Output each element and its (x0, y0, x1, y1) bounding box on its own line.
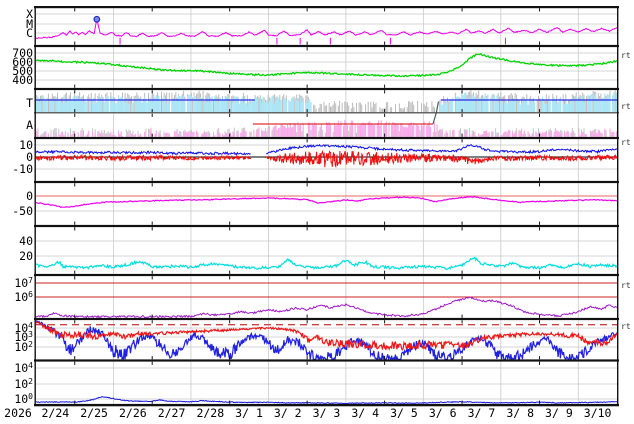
data-trace (36, 297, 617, 318)
date-label: 2/28 (196, 406, 224, 420)
axis-tick-label: 20 (19, 249, 33, 263)
panel-border (34, 45, 619, 47)
panel-electron-flux-low (36, 362, 617, 404)
panel-border-thin (34, 112, 619, 113)
date-label: 3/ 9 (545, 406, 573, 420)
year-label: 2026 (4, 406, 32, 420)
axis-tick-label: 0 (26, 189, 33, 203)
panel-proton-flux-high (36, 276, 617, 318)
plot-right-border (617, 6, 618, 406)
date-label: 3/ 8 (506, 406, 534, 420)
solar-activity-multipanel-plot: XMC700600500400TA100-100-504020107106104… (0, 0, 634, 424)
rt-label: rt (621, 281, 631, 290)
axis-tick-label: T (26, 96, 33, 110)
date-label: 3/ 3 (313, 406, 341, 420)
data-trace (36, 397, 617, 404)
axis-tick-label: 107 (14, 276, 33, 290)
plot-left-border (35, 6, 36, 406)
date-label: 3/10 (584, 406, 612, 420)
panel-border (34, 6, 619, 8)
date-label: 3/ 7 (468, 406, 496, 420)
data-trace (36, 257, 617, 269)
flare-peak-marker (94, 16, 100, 22)
axis-tick-label: 102 (14, 377, 33, 391)
data-trace (36, 197, 617, 208)
date-label: 2/27 (158, 406, 186, 420)
axis-tick-label: 106 (14, 290, 33, 304)
panel-border (34, 359, 619, 361)
data-trace (36, 21, 617, 39)
date-label: 3/ 5 (390, 406, 418, 420)
date-axis: 2026 2/24 2/25 2/26 2/27 2/28 3/ 1 3/ 2 3/ 3 3/ 4… (4, 406, 611, 420)
date-label: 2/25 (80, 406, 108, 420)
date-label: 3/ 4 (351, 406, 379, 420)
axis-tick-label: 40 (19, 234, 33, 248)
axis-tick-label: 104 (14, 361, 33, 375)
panel-xray-flux (36, 8, 617, 45)
axis-tick-label: -50 (12, 204, 33, 218)
rt-label: rt (621, 138, 631, 147)
axis-tick-label: -10 (12, 162, 33, 176)
panel-border (34, 318, 619, 320)
axis-tick-label: 102 (14, 340, 33, 354)
panel-wind-speed (36, 47, 617, 88)
panel-temperature (36, 90, 617, 112)
panel-border (34, 181, 619, 183)
rt-label: rt (621, 102, 631, 111)
right-side-labels: rt rt rt rt rt (621, 51, 631, 331)
scatter-bars (38, 126, 611, 137)
axis-tick-label: A (26, 118, 33, 132)
panel-phi-angle (36, 183, 617, 225)
left-axis-labels: XMC700600500400TA100-100-504020107106104… (12, 7, 33, 406)
date-label: 3/ 6 (429, 406, 457, 420)
rt-label: rt (621, 51, 631, 60)
panel-border (34, 137, 619, 139)
panel-border (34, 225, 619, 227)
axis-tick-label: 400 (12, 73, 33, 87)
date-label: 2/26 (119, 406, 147, 420)
panel-border (34, 274, 619, 276)
panel-density (36, 227, 617, 274)
date-label: 3/ 2 (274, 406, 302, 420)
rt-label: rt (621, 322, 631, 331)
data-trace (36, 54, 617, 77)
axis-tick-label: 100 (14, 392, 33, 406)
date-label: 2/24 (42, 406, 70, 420)
panel-border (34, 88, 619, 90)
panel-particle-flux-mid (36, 320, 617, 359)
date-label: 3/ 1 (235, 406, 263, 420)
axis-tick-label: C (26, 26, 33, 40)
solar-activity-plot-page: XMC700600500400TA100-100-504020107106104… (0, 0, 634, 424)
data-trace (36, 145, 617, 155)
panel-imf-bz-bt (36, 139, 617, 181)
